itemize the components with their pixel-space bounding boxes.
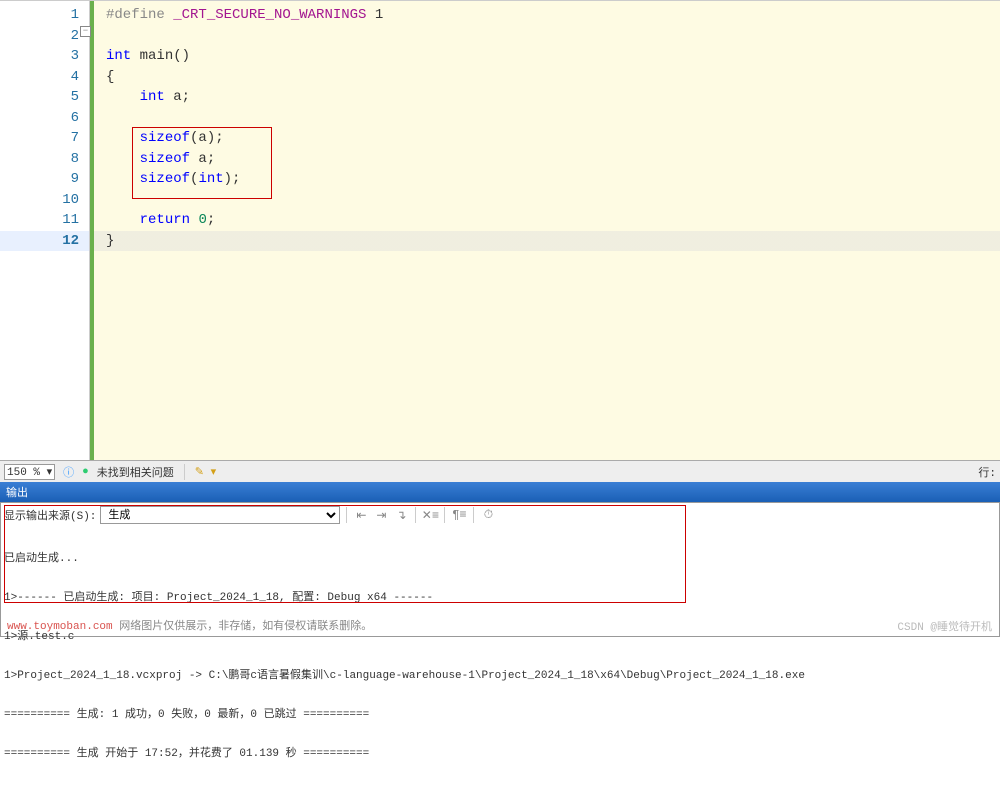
code-editor[interactable]: 1 2 3 4 5 6 7 8 9 10 11 12 − #define _CR… — [0, 0, 1000, 460]
line-number: 11 — [0, 210, 89, 231]
output-toolbar: 显示输出来源(S): 生成 ⇤ ⇥ ↴ ✕≡ ¶≡ ⏱ — [4, 506, 996, 524]
number-literal: 0 — [198, 212, 206, 228]
code-text: ); — [224, 171, 241, 187]
line-number: 5 — [0, 87, 89, 108]
output-panel: 显示输出来源(S): 生成 ⇤ ⇥ ↴ ✕≡ ¶≡ ⏱ 已启动生成... 1>-… — [0, 502, 1000, 637]
goto-next-icon[interactable]: ⇥ — [373, 507, 389, 523]
indent — [106, 151, 140, 167]
csdn-watermark: CSDN @睡觉待开机 — [897, 618, 992, 634]
clear-icon[interactable]: ✕≡ — [422, 507, 438, 523]
output-line: 1>------ 已启动生成: 项目: Project_2024_1_18, 配… — [4, 592, 996, 605]
line-number: 3 — [0, 46, 89, 67]
cursor-position: 行: — [978, 464, 996, 480]
watermark-text: www.toymoban.com 网络图片仅供展示，非存储，如有侵权请联系删除。… — [7, 617, 372, 633]
clock-icon[interactable]: ⏱ — [480, 507, 496, 523]
keyword: sizeof — [140, 130, 190, 146]
output-source-select[interactable]: 生成 — [100, 506, 340, 524]
info-icon: ⓘ — [63, 464, 74, 480]
code-text: } — [94, 231, 1000, 252]
status-message: 未找到相关问题 — [97, 464, 174, 480]
line-number-current: 12 — [0, 231, 89, 252]
output-source-label: 显示输出来源(S): — [4, 507, 96, 523]
indent — [106, 171, 140, 187]
code-text: a; — [165, 89, 190, 105]
code-text: { — [94, 67, 1000, 88]
code-content[interactable]: − #define _CRT_SECURE_NO_WARNINGS 1 int … — [90, 1, 1000, 460]
editor-status-bar: 150 % ▾ ⓘ ● 未找到相关问题 ✎ ▾ 行: — [0, 460, 1000, 482]
keyword: sizeof — [140, 171, 190, 187]
brush-icon[interactable]: ✎ ▾ — [195, 465, 216, 479]
output-line: 1>Project_2024_1_18.vcxproj -> C:\鹏哥c语言暑… — [4, 670, 996, 683]
zoom-selector[interactable]: 150 % ▾ — [4, 464, 55, 480]
line-number: 8 — [0, 149, 89, 170]
keyword: int — [140, 89, 165, 105]
code-text: 1 — [366, 7, 383, 23]
ok-icon: ● — [82, 466, 89, 478]
fold-toggle[interactable]: − — [80, 26, 91, 37]
goto-prev-icon[interactable]: ⇤ — [353, 507, 369, 523]
wordwrap-icon[interactable]: ¶≡ — [451, 507, 467, 523]
output-line: 已启动生成... — [4, 553, 996, 566]
line-number: 9 — [0, 169, 89, 190]
output-line: ========== 生成 开始于 17:52，并花费了 01.139 秒 ==… — [4, 748, 996, 761]
line-gutter: 1 2 3 4 5 6 7 8 9 10 11 12 — [0, 1, 90, 460]
keyword: return — [140, 212, 190, 228]
line-number: 6 — [0, 108, 89, 129]
keyword: sizeof — [140, 151, 190, 167]
keyword: int — [106, 48, 131, 64]
code-text: ; — [207, 212, 215, 228]
code-text: (a); — [190, 130, 224, 146]
preprocessor-directive: #define — [106, 7, 165, 23]
line-number: 1 — [0, 5, 89, 26]
line-number: 2 — [0, 26, 89, 47]
indent — [106, 89, 140, 105]
step-icon[interactable]: ↴ — [393, 507, 409, 523]
indent — [106, 212, 140, 228]
line-number: 10 — [0, 190, 89, 211]
keyword: int — [198, 171, 223, 187]
line-number: 7 — [0, 128, 89, 149]
output-text[interactable]: 已启动生成... 1>------ 已启动生成: 项目: Project_202… — [4, 527, 996, 787]
indent — [106, 130, 140, 146]
code-text: main() — [131, 48, 190, 64]
line-number: 4 — [0, 67, 89, 88]
macro-name: _CRT_SECURE_NO_WARNINGS — [165, 7, 367, 23]
output-line: ========== 生成: 1 成功，0 失败，0 最新，0 已跳过 ====… — [4, 709, 996, 722]
output-panel-title: 输出 — [0, 482, 1000, 502]
code-text: a; — [190, 151, 215, 167]
